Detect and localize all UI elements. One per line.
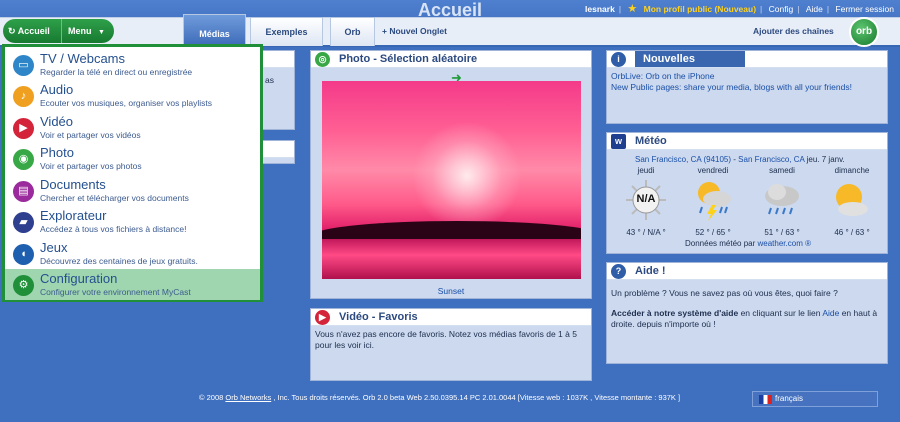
weather-day-name: jeudi xyxy=(637,166,655,175)
add-channels-link[interactable]: Ajouter des chaînes xyxy=(753,26,834,36)
username: lesnark xyxy=(585,4,615,14)
weather-temps: 46 ° / 63 ° xyxy=(834,228,870,237)
tab-orb[interactable]: Orb xyxy=(330,17,375,46)
footer-text: © 2008 Orb Networks , Inc. Tous droits r… xyxy=(199,393,681,402)
info-icon: i xyxy=(611,52,626,67)
tab-exemples[interactable]: Exemples xyxy=(250,17,323,46)
news-item[interactable]: New Public pages: share your media, blog… xyxy=(611,82,883,93)
tab-medias[interactable]: Médias xyxy=(183,14,246,46)
menu-item-video[interactable]: ▶ Vidéo Voir et partager vos vidéos xyxy=(5,112,260,143)
photo-panel-title: Photo - Sélection aléatoire xyxy=(339,53,478,65)
user-links: lesnark | ★ Mon profil public (Nouveau) | … xyxy=(585,3,894,15)
weather-panel: w Météo San Francisco, CA (94105) - San … xyxy=(606,132,888,254)
main-menu-dropdown: ▭ TV / Webcams Regarder la télé en direc… xyxy=(2,44,263,302)
refresh-icon: ↻ xyxy=(8,26,16,36)
video-panel-text: Vous n'avez pas encore de favoris. Notez… xyxy=(315,329,577,350)
help-inline-link[interactable]: Aide xyxy=(822,308,839,318)
chevron-down-icon: ▼ xyxy=(98,29,105,36)
film-icon: ▶ xyxy=(315,310,330,325)
video-panel-title: Vidéo - Favoris xyxy=(339,311,418,323)
menu-item-audio[interactable]: ♪ Audio Ecouter vos musiques, organiser … xyxy=(5,80,260,111)
language-select[interactable]: français xyxy=(752,391,878,407)
photo-panel: ◎ Photo - Sélection aléatoire ➜ Sunset xyxy=(310,50,592,299)
gear-icon: ⚙ xyxy=(13,275,34,296)
menu-item-photo[interactable]: ◉ Photo Voir et partager vos photos xyxy=(5,143,260,174)
weather-location: San Francisco, CA (94105) - San Francisc… xyxy=(635,155,845,164)
footer: © 2008 Orb Networks , Inc. Tous droits r… xyxy=(0,389,900,409)
photo-icon: ◎ xyxy=(315,52,330,67)
weather-temps: 43 ° / N/A ° xyxy=(626,228,666,237)
video-favorites-panel: ▶ Vidéo - Favoris Vous n'avez pas encore… xyxy=(310,308,592,381)
tv-icon: ▭ xyxy=(13,55,34,76)
menu-button[interactable]: Menu ▼ xyxy=(61,19,114,43)
help-icon: ? xyxy=(611,264,626,279)
weather-channel-icon: w xyxy=(611,134,626,149)
help-link[interactable]: Aide xyxy=(806,4,823,14)
film-icon: ▶ xyxy=(13,118,34,139)
logout-link[interactable]: Fermer session xyxy=(835,4,894,14)
weather-day-name: dimanche xyxy=(834,166,870,175)
french-flag-icon xyxy=(759,395,772,404)
menu-item-games[interactable]: ◖ Jeux Découvrez des centaines de jeux g… xyxy=(5,238,260,269)
weather-day-name: vendredi xyxy=(697,166,729,175)
menu-item-explorer[interactable]: ▰ Explorateur Accédez à tous vos fichier… xyxy=(5,206,260,237)
weather-credit: Données météo par weather.com ® xyxy=(685,239,811,248)
weather-temps: 52 ° / 65 ° xyxy=(695,228,731,237)
news-item[interactable]: OrbLive: Orb on the iPhone xyxy=(611,71,883,82)
new-tab-link[interactable]: + Nouvel Onglet xyxy=(382,26,447,36)
help-text-2: Accéder à notre système d'aide en cliqua… xyxy=(611,308,878,329)
weather-panel-title: Météo xyxy=(635,135,667,147)
menu-item-tv[interactable]: ▭ TV / Webcams Regarder la télé en direc… xyxy=(5,49,260,80)
orb-logo[interactable]: orb xyxy=(849,17,879,47)
menu-item-documents[interactable]: ▤ Documents Chercher et télécharger vos … xyxy=(5,175,260,206)
news-panel-title: Nouvelles xyxy=(643,53,695,65)
weather-day-name: samedi xyxy=(769,166,795,175)
weather-temps: 51 ° / 63 ° xyxy=(764,228,800,237)
sun-cloud-icon xyxy=(829,179,871,221)
star-icon: ★ xyxy=(627,3,638,15)
menu-item-configuration[interactable]: ⚙ Configuration Configurer votre environ… xyxy=(5,269,260,300)
document-icon: ▤ xyxy=(13,181,34,202)
news-panel: i Nouvelles OrbLive: Orb on the iPhone N… xyxy=(606,50,888,124)
camera-icon: ◉ xyxy=(13,149,34,170)
help-panel-title: Aide ! xyxy=(635,265,666,277)
storm-sun-icon xyxy=(692,179,734,221)
profile-link[interactable]: Mon profil public (Nouveau) xyxy=(644,4,756,14)
random-photo[interactable] xyxy=(322,81,581,279)
rain-cloud-icon xyxy=(761,179,803,221)
pacman-icon: ◖ xyxy=(13,244,34,265)
help-text-1: Un problème ? Vous ne savez pas où vous … xyxy=(611,288,838,298)
na-icon: N/A xyxy=(625,179,667,221)
music-icon: ♪ xyxy=(13,86,34,107)
folder-icon: ▰ xyxy=(13,212,34,233)
photo-caption-link[interactable]: Sunset xyxy=(311,286,591,296)
help-panel: ? Aide ! Un problème ? Vous ne savez pas… xyxy=(606,262,888,364)
orb-networks-link[interactable]: Orb Networks xyxy=(225,393,271,402)
config-link[interactable]: Config xyxy=(769,4,794,14)
home-button[interactable]: ↻ Accueil xyxy=(3,19,63,43)
